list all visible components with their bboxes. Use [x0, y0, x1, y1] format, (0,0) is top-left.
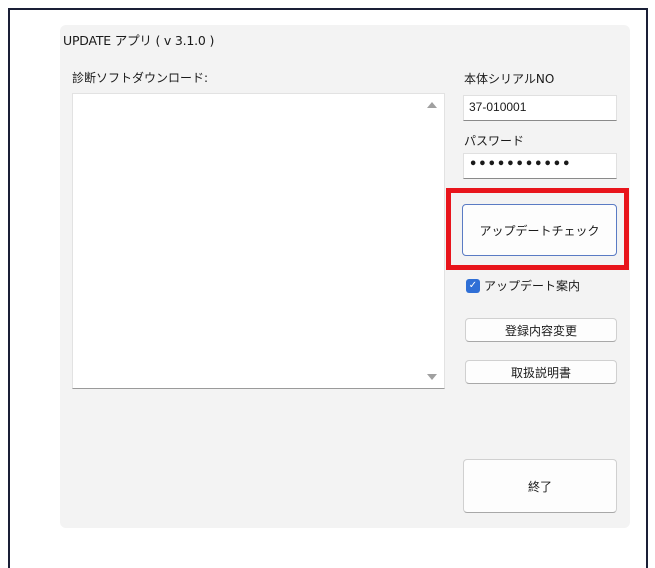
serial-input[interactable]: 37-010001	[463, 95, 617, 121]
serial-label: 本体シリアルNO	[464, 72, 555, 86]
scroll-up-arrow-icon[interactable]	[427, 102, 437, 108]
scroll-down-arrow-icon[interactable]	[427, 374, 437, 380]
manual-button[interactable]: 取扱説明書	[465, 360, 617, 384]
download-label: 診断ソフトダウンロード:	[72, 71, 209, 85]
window-title: UPDATE アプリ ( v 3.1.0 )	[63, 33, 215, 48]
download-listbox[interactable]	[72, 93, 445, 389]
app-window: UPDATE アプリ ( v 3.1.0 ) 診断ソフトダウンロード: 本体シリ…	[60, 25, 630, 528]
register-change-button[interactable]: 登録内容変更	[465, 318, 617, 342]
password-input[interactable]: •••••••••••	[463, 153, 617, 179]
checkmark-icon[interactable]: ✓	[466, 278, 480, 293]
update-guide-label: アップデート案内	[484, 279, 581, 293]
exit-button[interactable]: 終了	[463, 459, 617, 513]
update-check-button[interactable]: アップデートチェック	[462, 204, 617, 256]
update-guide-checkbox[interactable]: ✓ アップデート案内	[466, 277, 580, 294]
password-label: パスワード	[464, 134, 525, 148]
